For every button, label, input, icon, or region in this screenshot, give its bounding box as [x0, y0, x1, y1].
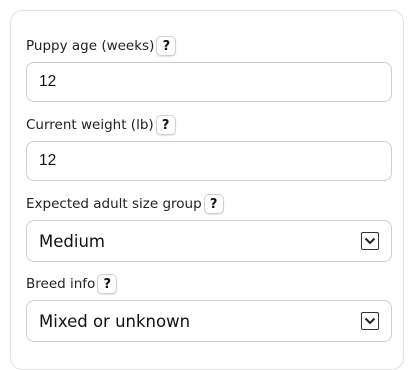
- current-weight-help-button[interactable]: ?: [155, 115, 176, 135]
- current-weight-value: 12: [39, 152, 57, 169]
- adult-size-field: Expected adult size group ? Medium: [26, 193, 392, 262]
- question-mark-icon: ?: [209, 196, 218, 212]
- question-mark-icon: ?: [162, 38, 171, 54]
- question-mark-icon: ?: [161, 117, 170, 133]
- current-weight-label: Current weight (lb): [26, 117, 154, 133]
- puppy-age-input[interactable]: 12: [26, 62, 392, 102]
- chevron-down-icon-glyph: [364, 317, 376, 325]
- question-mark-icon: ?: [103, 276, 112, 292]
- adult-size-label: Expected adult size group: [26, 196, 202, 212]
- breed-info-help-button[interactable]: ?: [97, 274, 118, 294]
- breed-info-select[interactable]: Mixed or unknown: [26, 300, 392, 342]
- puppy-age-value: 12: [39, 73, 57, 90]
- calculator-card: Puppy age (weeks) ? 12 Current weight (l…: [10, 10, 404, 370]
- breed-info-field: Breed info ? Mixed or unknown: [26, 273, 392, 342]
- current-weight-input[interactable]: 12: [26, 141, 392, 181]
- breed-info-label-row: Breed info ?: [26, 273, 392, 295]
- puppy-age-label-row: Puppy age (weeks) ?: [26, 35, 392, 57]
- puppy-age-label: Puppy age (weeks): [26, 38, 155, 54]
- chevron-down-icon-glyph: [364, 237, 376, 245]
- adult-size-help-button[interactable]: ?: [203, 194, 224, 214]
- puppy-age-field: Puppy age (weeks) ? 12: [26, 35, 392, 102]
- adult-size-label-row: Expected adult size group ?: [26, 193, 392, 215]
- adult-size-select[interactable]: Medium: [26, 220, 392, 262]
- breed-info-label: Breed info: [26, 276, 96, 292]
- puppy-age-help-button[interactable]: ?: [156, 36, 177, 56]
- chevron-down-icon[interactable]: [361, 232, 379, 250]
- chevron-down-icon[interactable]: [361, 312, 379, 330]
- current-weight-field: Current weight (lb) ? 12: [26, 114, 392, 181]
- current-weight-label-row: Current weight (lb) ?: [26, 114, 392, 136]
- adult-size-selected-value: Medium: [39, 231, 105, 251]
- breed-info-selected-value: Mixed or unknown: [39, 311, 191, 331]
